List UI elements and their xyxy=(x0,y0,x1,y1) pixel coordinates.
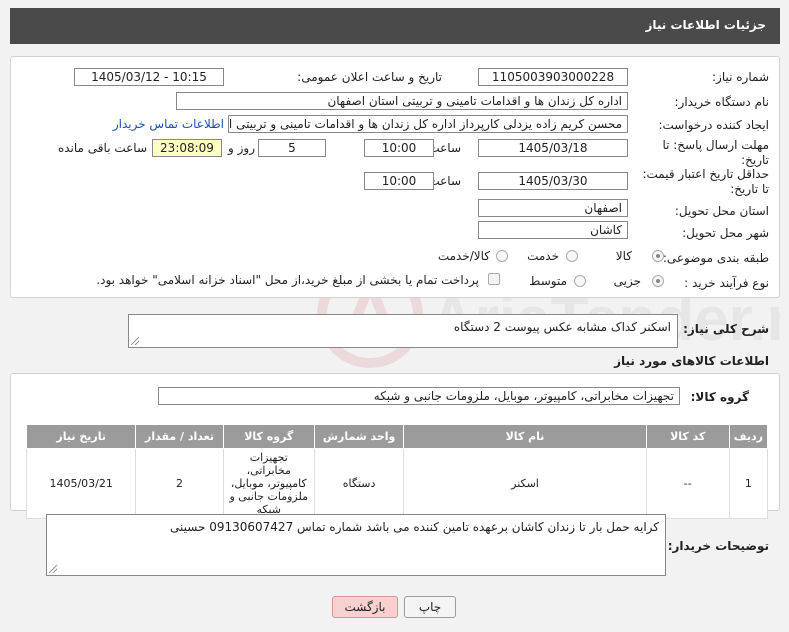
cell-index: 1 xyxy=(728,448,769,519)
treasury-checkbox[interactable] xyxy=(488,273,500,285)
col-qty: تعداد / مقدار xyxy=(135,424,224,449)
col-group: گروه کالا xyxy=(222,424,315,449)
cell-unit: دستگاه xyxy=(313,448,405,519)
col-name: نام کالا xyxy=(403,424,647,449)
deadline-label: مهلت ارسال پاسخ: تا xyxy=(662,138,769,152)
goods-group-field: تجهیزات مخابراتی، کامپیوتر، موبایل، ملزو… xyxy=(158,387,680,405)
category-radio-goods[interactable] xyxy=(652,250,664,262)
page-title: جزئیات اطلاعات نیاز xyxy=(645,18,766,32)
need-number-label: شماره نیاز: xyxy=(712,70,769,84)
cell-name: اسکنر xyxy=(403,448,647,519)
category-radio-service[interactable] xyxy=(566,250,578,262)
buyer-label: نام دستگاه خریدار: xyxy=(674,95,770,109)
description-label: شرح کلی نیاز: xyxy=(683,322,769,336)
remaining-label: ساعت باقی مانده xyxy=(57,141,147,155)
city-label: شهر محل تحویل: xyxy=(682,226,769,240)
description-field: اسکنر کداک مشابه عکس پیوست 2 دستگاه xyxy=(128,314,678,348)
buyer-notes-text: کرایه حمل بار تا زندان کاشان برعهده تامی… xyxy=(170,520,659,534)
remaining-time-field: 23:08:09 xyxy=(152,139,222,157)
validity-time-field: 10:00 xyxy=(364,172,434,190)
category-option-goods: کالا xyxy=(615,249,632,263)
deadline-label-date: تاریخ: xyxy=(741,153,769,167)
category-label: طبقه بندی موضوعی: xyxy=(662,251,769,265)
announce-label: تاریخ و ساعت اعلان عمومی: xyxy=(297,70,442,84)
buyer-notes-field: کرایه حمل بار تا زندان کاشان برعهده تامی… xyxy=(46,514,666,576)
creator-field: محسن کریم زاده یزدلی کارپرداز اداره کل ز… xyxy=(228,115,628,133)
process-label: نوع فرآیند خرید : xyxy=(684,276,769,290)
creator-label: ایجاد کننده درخواست: xyxy=(658,118,769,132)
announce-field: 1405/03/12 - 10:15 xyxy=(74,68,224,86)
back-button[interactable]: بازگشت xyxy=(332,596,398,618)
cell-date: 1405/03/21 xyxy=(25,448,137,519)
cell-code: -- xyxy=(645,448,730,519)
city-field: کاشان xyxy=(478,221,628,239)
deadline-date-field: 1405/03/18 xyxy=(478,139,628,157)
goods-table: ردیف کد کالا نام کالا واحد شمارش گروه کا… xyxy=(25,424,769,519)
print-button[interactable]: چاپ xyxy=(404,596,456,618)
buyer-contact-link[interactable]: اطلاعات تماس خریدار xyxy=(113,117,224,131)
buyer-field: اداره کل زندان ها و اقدامات تامینی و ترب… xyxy=(176,92,628,110)
province-field: اصفهان xyxy=(478,199,628,217)
category-option-service: خدمت xyxy=(527,249,559,263)
goods-table-header: ردیف کد کالا نام کالا واحد شمارش گروه کا… xyxy=(25,424,769,449)
goods-group-label: گروه کالا: xyxy=(690,390,749,404)
process-option-medium: متوسط xyxy=(529,274,567,288)
validity-label: حداقل تاریخ اعتبار قیمت: xyxy=(642,167,769,181)
validity-date-field: 1405/03/30 xyxy=(478,172,628,190)
province-label: استان محل تحویل: xyxy=(674,204,769,218)
goods-section-title: اطلاعات کالاهای مورد نیاز xyxy=(614,354,769,368)
resize-grip-icon[interactable] xyxy=(131,337,139,345)
buyer-notes-label: توضیحات خریدار: xyxy=(667,539,769,553)
cell-qty: 2 xyxy=(135,448,224,519)
col-date: تاریخ نیاز xyxy=(25,424,137,449)
description-text: اسکنر کداک مشابه عکس پیوست 2 دستگاه xyxy=(453,320,671,334)
category-option-goods-service: کالا/خدمت xyxy=(437,249,490,263)
col-unit: واحد شمارش xyxy=(313,424,405,449)
resize-grip-icon[interactable] xyxy=(49,565,57,573)
deadline-time-field: 10:00 xyxy=(364,139,434,157)
days-label: روز و xyxy=(228,141,255,155)
days-field: 5 xyxy=(258,139,326,157)
treasury-note: پرداخت تمام یا بخشی از مبلغ خرید،از محل … xyxy=(96,273,479,287)
col-code: کد کالا xyxy=(645,424,730,449)
col-index: ردیف xyxy=(728,424,769,449)
need-number-field: 1105003903000228 xyxy=(478,68,628,86)
process-radio-partial[interactable] xyxy=(652,275,664,287)
process-radio-medium[interactable] xyxy=(574,275,586,287)
page-title-bar: جزئیات اطلاعات نیاز xyxy=(10,8,780,44)
table-row: 1 -- اسکنر دستگاه تجهیزات مخابراتی، کامپ… xyxy=(25,448,769,519)
cell-group: تجهیزات مخابراتی، کامپیوتر، موبایل، ملزو… xyxy=(222,448,315,519)
validity-label-date: تا تاریخ: xyxy=(730,182,769,196)
category-radio-goods-service[interactable] xyxy=(496,250,508,262)
process-option-partial: جزیی xyxy=(613,274,641,288)
